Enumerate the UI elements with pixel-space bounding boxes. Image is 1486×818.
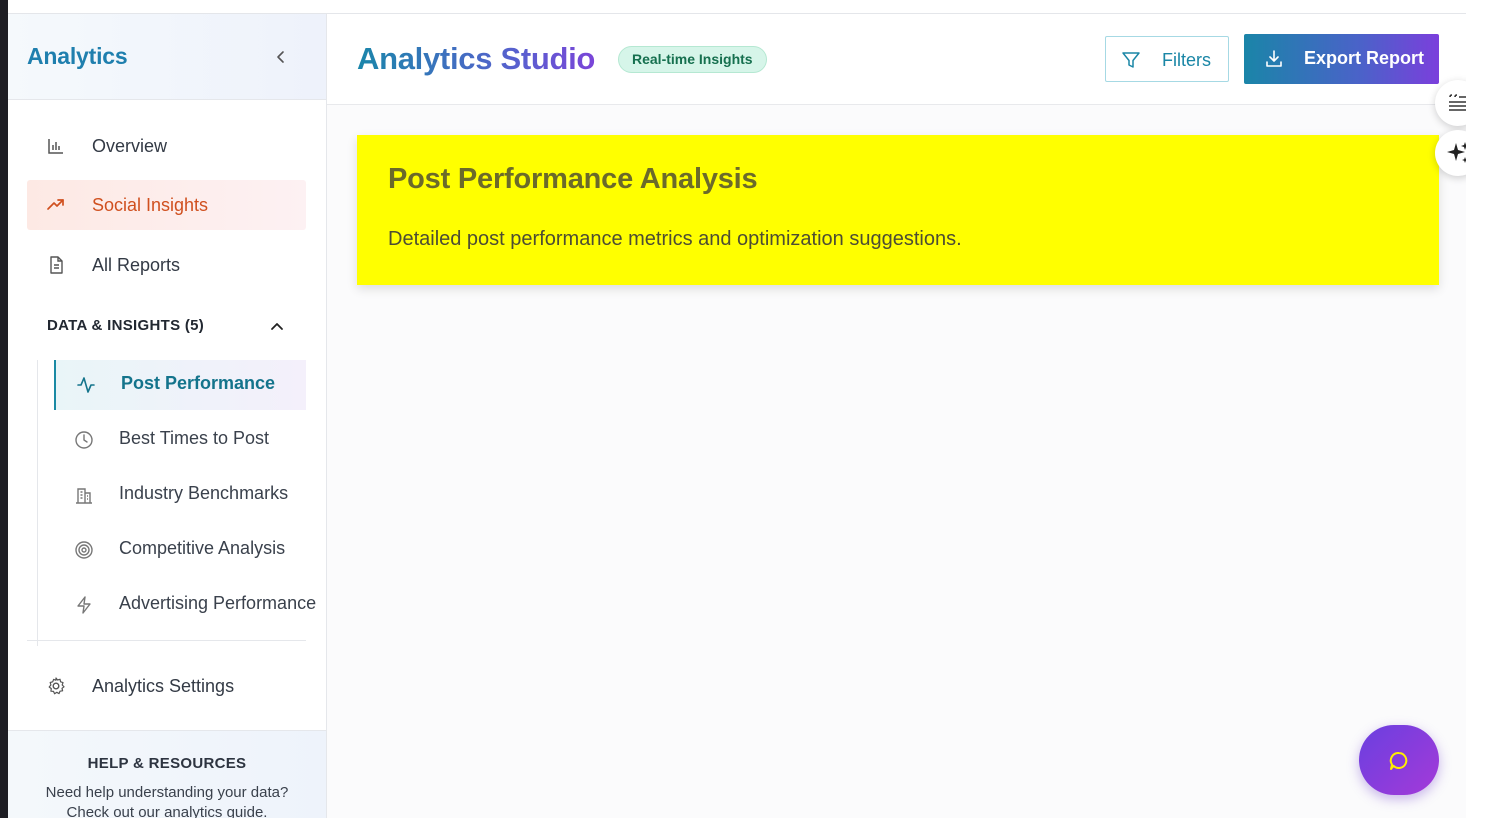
- status-badge: Real-time Insights: [618, 46, 767, 73]
- filter-icon: [1122, 52, 1140, 68]
- sparkle-icon: [1447, 142, 1466, 163]
- sidebar-item-label: Competitive Analysis: [119, 538, 286, 558]
- help-title: HELP & RESOURCES: [87, 755, 247, 772]
- sidebar-item-post-performance[interactable]: Post Performance: [54, 360, 306, 410]
- page-title: Analytics Studio: [357, 41, 596, 76]
- sidebar-item-best-times[interactable]: Best Times to Post: [54, 415, 306, 465]
- top-bar: [8, 0, 1466, 14]
- chevron-up-icon: [271, 323, 283, 330]
- sidebar: Analytics Overview Social Insights All R…: [8, 14, 327, 818]
- sidebar-header: Analytics: [8, 14, 326, 100]
- sidebar-title: Analytics: [27, 43, 128, 69]
- section-label: DATA & INSIGHTS (5): [47, 317, 205, 334]
- export-report-button[interactable]: Export Report: [1244, 34, 1439, 84]
- card-description: Detailed post performance metrics and op…: [388, 228, 962, 250]
- sidebar-item-label: Analytics Settings: [92, 675, 235, 696]
- target-icon: [75, 541, 93, 559]
- sidebar-item-label: All Reports: [92, 254, 181, 275]
- export-label: Export Report: [1304, 48, 1425, 68]
- sidebar-item-competitive-analysis[interactable]: Competitive Analysis: [54, 525, 306, 575]
- sidebar-item-label: Overview: [92, 135, 168, 156]
- sidebar-item-label: Advertising Performance: [119, 593, 317, 613]
- card-title: Post Performance Analysis: [388, 163, 758, 195]
- trending-up-icon: [47, 199, 64, 210]
- document-icon: [50, 256, 63, 274]
- chevron-left-icon: [277, 51, 284, 63]
- section-data-insights[interactable]: DATA & INSIGHTS (5): [47, 316, 287, 336]
- filters-label: Filters: [1162, 50, 1211, 70]
- post-performance-card: Post Performance Analysis Detailed post …: [357, 135, 1439, 285]
- sidebar-item-advertising-performance[interactable]: Advertising Performance: [54, 580, 316, 630]
- sidebar-item-social-insights[interactable]: Social Insights: [27, 180, 306, 230]
- ai-sparkle-button[interactable]: [1435, 130, 1466, 176]
- main-header: Analytics Studio Real-time Insights Filt…: [327, 14, 1466, 105]
- building-icon: [76, 488, 92, 504]
- data-insights-list: Post Performance Best Times to Post Indu…: [37, 360, 327, 646]
- quote-list-icon: [1449, 94, 1466, 111]
- help-text[interactable]: Need help understanding your data? Check…: [28, 783, 306, 818]
- lightning-icon: [77, 596, 91, 614]
- sidebar-item-analytics-settings[interactable]: Analytics Settings: [27, 661, 306, 711]
- sidebar-divider: [27, 640, 306, 641]
- sidebar-item-overview[interactable]: Overview: [27, 121, 306, 171]
- sidebar-item-industry-benchmarks[interactable]: Industry Benchmarks: [54, 470, 306, 520]
- collapse-sidebar-button[interactable]: [270, 46, 292, 68]
- activity-icon: [77, 377, 95, 393]
- download-icon: [1266, 50, 1282, 67]
- sidebar-item-label: Industry Benchmarks: [119, 483, 289, 503]
- app-window: Analytics Overview Social Insights All R…: [8, 0, 1466, 818]
- chat-button[interactable]: [1359, 725, 1439, 795]
- clock-icon: [75, 431, 93, 449]
- sidebar-item-label: Best Times to Post: [119, 428, 270, 448]
- chat-bubble-icon: [1389, 751, 1408, 770]
- filters-button[interactable]: Filters: [1105, 36, 1229, 82]
- sidebar-item-label: Social Insights: [92, 194, 209, 215]
- window-edge: [1466, 0, 1486, 818]
- sidebar-item-all-reports[interactable]: All Reports: [27, 240, 306, 290]
- bar-chart-icon: [48, 139, 63, 154]
- sidebar-item-label: Post Performance: [121, 373, 276, 393]
- gear-icon: [48, 677, 65, 695]
- help-resources-panel: HELP & RESOURCES Need help understanding…: [8, 730, 326, 818]
